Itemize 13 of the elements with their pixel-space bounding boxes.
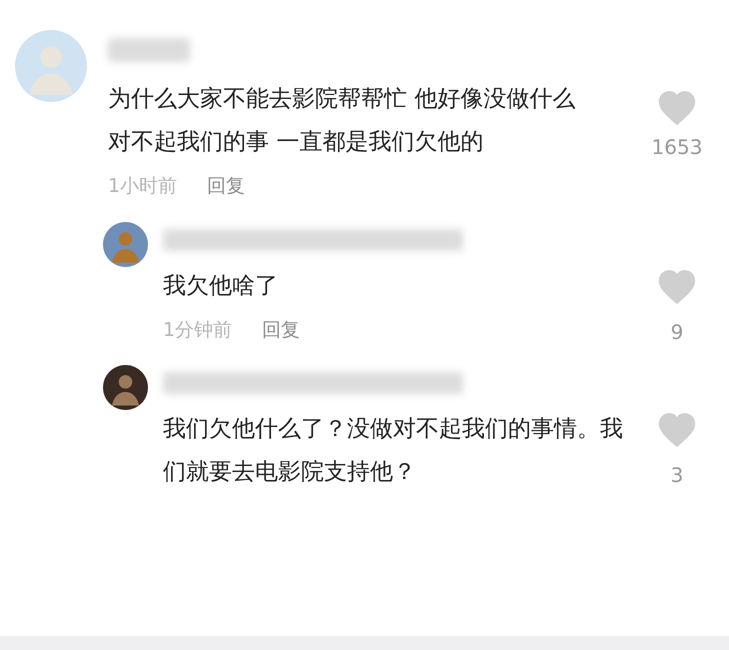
reply-link[interactable]: 回复 <box>207 172 246 200</box>
like-count: 3 <box>670 462 684 489</box>
comment-text: 我欠他啥了 <box>163 272 279 300</box>
comment-time: 1小时前 <box>108 174 178 199</box>
comment-time: 1分钟前 <box>163 318 232 342</box>
heart-icon[interactable] <box>656 410 698 448</box>
avatar-icon[interactable] <box>103 365 148 410</box>
comment-text: 我们欠他什么了？没做对不起我们的事情。我们就要去电影院支持他？ <box>163 415 624 487</box>
like-count: 1653 <box>652 134 702 161</box>
heart-icon[interactable] <box>656 88 698 126</box>
like-count: 9 <box>670 318 684 346</box>
reply-link[interactable]: 回复 <box>262 316 300 344</box>
comment-text: 为什么大家不能去影院帮帮忙 他好像没做什么对不起我们的事 一直都是我们欠他的 <box>108 85 576 157</box>
